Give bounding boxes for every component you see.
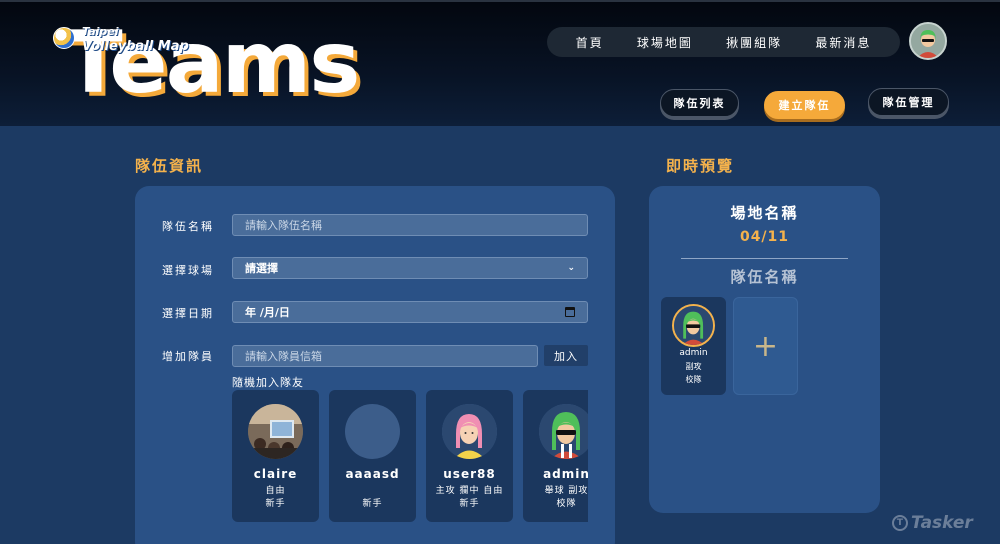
preview-member-avatar — [672, 304, 715, 347]
member-avatar — [539, 404, 588, 459]
date-value: 年 /月/日 — [245, 306, 290, 319]
preview-member-card: admin 副攻 校隊 — [661, 297, 726, 395]
member-position: 主攻 攔中 自由 — [435, 486, 504, 496]
date-label: 選擇日期 — [162, 307, 214, 320]
create-team-button[interactable]: 建立隊伍 — [764, 91, 845, 119]
green-hair-avatar-icon — [674, 306, 713, 345]
member-name: admin — [543, 467, 588, 481]
calendar-icon[interactable] — [565, 307, 575, 317]
pink-hair-avatar-icon — [442, 404, 497, 459]
nav-home[interactable]: 首頁 — [576, 34, 604, 51]
live-preview-heading: 即時預覽 — [666, 157, 735, 175]
team-info-form: 隊伍名稱 請輸入隊伍名稱 選擇球場 請選擇 ⌄ 選擇日期 年 /月/日 增加隊員… — [135, 186, 615, 544]
court-select-label: 選擇球場 — [162, 264, 214, 277]
preview-member-level: 校隊 — [685, 375, 702, 384]
site-logo[interactable]: Taipei Volleyball Map — [50, 24, 200, 58]
preview-member-name: admin — [679, 348, 708, 358]
team-manage-button[interactable]: 隊伍管理 — [868, 88, 949, 116]
green-hair-avatar-icon — [539, 404, 588, 459]
member-card[interactable]: user88 主攻 攔中 自由 新手 — [426, 390, 513, 522]
member-level: 新手 — [459, 499, 480, 509]
live-preview-panel: 場地名稱 04/11 隊伍名稱 admin 副攻 校隊 + — [649, 186, 880, 513]
team-list-button[interactable]: 隊伍列表 — [660, 89, 739, 117]
member-card[interactable]: admin 舉球 副攻 校隊 — [523, 390, 588, 522]
tasker-logo-icon: T — [892, 515, 908, 531]
team-name-input[interactable]: 請輸入隊伍名稱 — [232, 214, 588, 236]
chevron-down-icon: ⌄ — [567, 263, 575, 273]
preview-team-name: 隊伍名稱 — [730, 268, 799, 286]
preview-date: 04/11 — [739, 229, 790, 245]
member-level: 新手 — [362, 499, 383, 509]
photo-avatar-icon — [248, 404, 303, 459]
tasker-watermark: T Tasker — [892, 513, 973, 533]
member-card[interactable]: aaaasd 新手 — [329, 390, 416, 522]
watermark-text: Tasker — [911, 513, 973, 533]
user-avatar[interactable] — [909, 22, 947, 60]
member-avatar — [248, 404, 303, 459]
add-member-label: 增加隊員 — [162, 350, 214, 363]
main-nav: 首頁 球場地圖 揪團組隊 最新消息 — [547, 27, 900, 57]
volleyball-icon — [53, 27, 75, 49]
logo-line-1: Taipei — [82, 25, 119, 38]
green-hair-avatar-icon — [911, 24, 945, 58]
nav-team-up[interactable]: 揪團組隊 — [726, 34, 782, 51]
member-position: 自由 — [265, 486, 286, 496]
random-members-list[interactable]: claire 自由 新手 aaaasd 新手 user88 主攻 攔中 自由 新… — [232, 390, 588, 522]
member-card[interactable]: claire 自由 新手 — [232, 390, 319, 522]
team-info-heading: 隊伍資訊 — [135, 157, 204, 175]
nav-court-map[interactable]: 球場地圖 — [637, 34, 693, 51]
member-avatar — [442, 404, 497, 459]
preview-member-position: 副攻 — [685, 362, 702, 371]
preview-divider — [681, 258, 848, 259]
site-header: Teams Taipei Volleyball Map 首頁 球場地圖 揪團組隊… — [0, 0, 1000, 126]
add-member-button[interactable]: 加入 — [544, 345, 588, 366]
date-input[interactable]: 年 /月/日 — [232, 301, 588, 323]
member-position: 舉球 副攻 — [544, 486, 588, 496]
member-email-placeholder: 請輸入隊員信箱 — [245, 350, 322, 363]
team-name-placeholder: 請輸入隊伍名稱 — [245, 219, 322, 232]
member-level: 校隊 — [556, 499, 577, 509]
add-member-slot[interactable]: + — [733, 297, 798, 395]
member-name: user88 — [443, 467, 496, 481]
default-avatar-icon — [345, 404, 400, 459]
random-join-label: 隨機加入隊友 — [232, 376, 304, 389]
member-name: claire — [253, 467, 298, 481]
member-level: 新手 — [265, 499, 286, 509]
plus-icon: + — [752, 328, 779, 364]
member-name: aaaasd — [345, 467, 400, 481]
court-select-value: 請選擇 — [245, 262, 278, 275]
team-name-label: 隊伍名稱 — [162, 220, 214, 233]
logo-line-2: Volleyball Map — [82, 39, 189, 54]
court-select[interactable]: 請選擇 ⌄ — [232, 257, 588, 279]
preview-court-name: 場地名稱 — [730, 204, 799, 222]
member-email-input[interactable]: 請輸入隊員信箱 — [232, 345, 538, 367]
nav-news[interactable]: 最新消息 — [815, 34, 871, 51]
